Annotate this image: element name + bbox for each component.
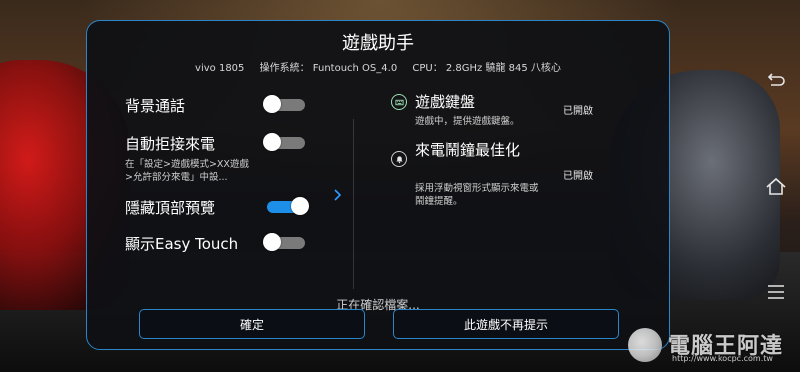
option-title-call-alarm-optimization[interactable]: 來電鬧鐘最佳化	[415, 141, 555, 159]
column-divider	[353, 119, 354, 289]
option-status-call-alarm-optimization: 已開啟	[563, 171, 593, 182]
option-title-game-keyboard[interactable]: 遊戲鍵盤	[415, 93, 555, 111]
dialog-title: 遊戲助手	[342, 33, 414, 54]
auto-reject-calls-description: 在「設定>遊戲模式>XX遊戲>允許部分來電」中設...	[125, 159, 249, 183]
watermark-url: http://www.kocpc.com.tw	[672, 354, 773, 363]
menu-icon[interactable]	[764, 280, 788, 304]
device-model: vivo 1805	[195, 63, 245, 74]
device-cpu: CPU： 2.8GHz 驍龍 845 八核心	[412, 63, 561, 74]
dont-remind-button[interactable]: 此遊戲不再提示	[393, 309, 619, 339]
background-call-toggle[interactable]	[263, 95, 305, 113]
device-info: vivo 1805 操作系統： Funtouch OS_4.0 CPU： 2.8…	[87, 59, 669, 74]
auto-reject-calls-toggle[interactable]	[263, 133, 305, 151]
setting-label-auto-reject-calls: 自動拒接來電	[125, 135, 216, 153]
toggle-knob	[263, 133, 281, 151]
site-watermark: 電腦王阿達 http://www.kocpc.com.tw	[624, 326, 794, 366]
setting-label-show-easy-touch: 顯示Easy Touch	[125, 235, 239, 253]
navigation-rail	[750, 0, 800, 372]
option-desc-game-keyboard: 遊戲中，提供遊戲鍵盤。	[415, 116, 520, 127]
show-easy-touch-toggle[interactable]	[263, 233, 305, 251]
watermark-logo	[628, 328, 662, 362]
home-icon[interactable]	[764, 175, 788, 199]
back-icon[interactable]	[764, 70, 788, 94]
bell-icon	[391, 151, 407, 167]
setting-label-hide-top-preview: 隱藏頂部預覽	[125, 199, 216, 217]
device-os: 操作系統： Funtouch OS_4.0	[259, 63, 398, 74]
chevron-right-icon[interactable]	[331, 187, 345, 201]
keyboard-icon	[391, 94, 407, 110]
confirm-button[interactable]: 確定	[139, 309, 365, 339]
toggle-knob	[263, 95, 281, 113]
toggle-knob	[291, 197, 309, 215]
game-assistant-dialog: 遊戲助手 vivo 1805 操作系統： Funtouch OS_4.0 CPU…	[86, 20, 670, 350]
hide-top-preview-toggle[interactable]	[267, 197, 309, 215]
setting-label-background-call: 背景通話	[125, 97, 186, 115]
option-status-game-keyboard: 已開啟	[563, 106, 593, 117]
toggle-knob	[263, 233, 281, 251]
option-desc-call-alarm-optimization: 採用浮動視窗形式顯示來電或鬧鐘提醒。	[415, 183, 539, 207]
